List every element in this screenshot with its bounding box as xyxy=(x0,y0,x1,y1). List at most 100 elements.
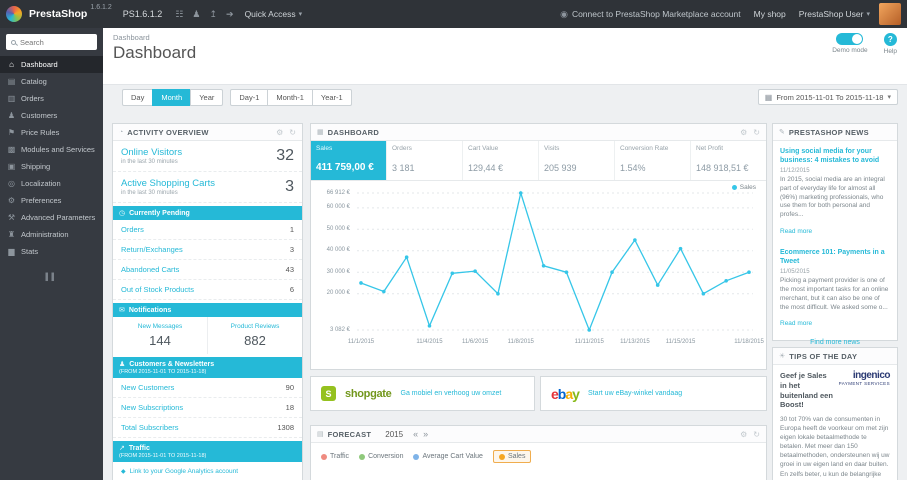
sidebar-menu: ⌂ Dashboard ▤ Catalog ▥ Orders ♟ Custome… xyxy=(0,56,103,260)
metric-tab-conversion-rate[interactable]: Conversion Rate 1.54% xyxy=(615,141,691,180)
refresh-icon[interactable]: ↻ xyxy=(753,128,760,137)
demo-mode-toggle[interactable] xyxy=(836,33,864,45)
filter-month-button[interactable]: Month xyxy=(152,89,192,106)
metric-label: Orders xyxy=(392,145,412,152)
filter-year-1-button[interactable]: Year-1 xyxy=(311,89,352,106)
metric-label: Visits xyxy=(544,145,560,152)
filter-day-button[interactable]: Day xyxy=(122,89,154,106)
help-icon[interactable]: ? xyxy=(883,33,897,46)
my-shop-link[interactable]: My shop xyxy=(754,9,786,19)
marketplace-link[interactable]: ◉ Connect to PrestaShop Marketplace acco… xyxy=(560,9,741,20)
online-visitors-link[interactable]: Online Visitors xyxy=(121,147,276,158)
product-reviews-cell[interactable]: Product Reviews 882 xyxy=(207,317,302,354)
total-subscribers-link[interactable]: Total Subscribers xyxy=(121,423,179,432)
forecast-legend-traffic[interactable]: Traffic xyxy=(321,453,349,460)
sidebar-item-modules[interactable]: ▩ Modules and Services xyxy=(0,141,103,158)
forecast-legend: Traffic Conversion Average Cart Value Sa… xyxy=(311,443,766,470)
forecast-panel: ▤ FORECAST 2015 « » ⚙ ↻ Traffic Conversi… xyxy=(310,425,767,480)
pending-orders-link[interactable]: Orders xyxy=(121,225,144,234)
google-analytics-label: Link to your Google Analytics account xyxy=(129,468,239,475)
forecast-legend-average-cart-value[interactable]: Average Cart Value xyxy=(413,453,483,460)
panel-title: TIPS OF THE DAY xyxy=(789,351,858,361)
new-subscriptions-link[interactable]: New Subscriptions xyxy=(121,403,183,412)
out-of-stock-link[interactable]: Out of Stock Products xyxy=(121,285,194,294)
ingenico-subtitle: PAYMENT SERVICES xyxy=(838,381,890,386)
metric-tab-visits[interactable]: Visits 205 939 xyxy=(539,141,615,180)
sidebar-search[interactable] xyxy=(6,34,97,50)
upload-icon[interactable]: ↥ xyxy=(209,9,217,20)
prestashop-admin: PrestaShop 1.6.1.2 PS1.6.1.2 ☷ ♟ ↥ ➔ Qui… xyxy=(0,0,907,480)
next-year-button[interactable]: » xyxy=(423,429,428,439)
help-label: Help xyxy=(883,48,897,55)
metric-tab-orders[interactable]: Orders 3 181 xyxy=(387,141,463,180)
kpi-tabs: Sales 411 759,00 € Orders 3 181 Cart Val… xyxy=(311,141,766,181)
metric-tab-net-profit[interactable]: Net Profit 148 918,51 € xyxy=(691,141,766,180)
refresh-icon[interactable]: ↻ xyxy=(753,430,760,439)
panel-header: ▤ FORECAST 2015 « » ⚙ ↻ xyxy=(311,426,766,443)
pending-orders-value: 1 xyxy=(289,225,294,234)
metric-tab-sales[interactable]: Sales 411 759,00 € xyxy=(311,141,387,180)
filter-day-1-button[interactable]: Day-1 xyxy=(230,89,269,106)
gear-icon[interactable]: ⚙ xyxy=(276,128,283,137)
returns-link[interactable]: Return/Exchanges xyxy=(121,245,183,254)
shopgate-link[interactable]: Ga mobiel en verhoog uw omzet xyxy=(401,390,502,397)
envelope-icon: ✉ xyxy=(119,307,125,314)
sidebar-item-shipping[interactable]: ▣ Shipping xyxy=(0,158,103,175)
search-input[interactable] xyxy=(20,37,92,47)
quick-access-menu[interactable]: Quick Access ▾ xyxy=(245,9,303,19)
topbar: PrestaShop 1.6.1.2 PS1.6.1.2 ☷ ♟ ↥ ➔ Qui… xyxy=(0,0,907,28)
sidebar-item-catalog[interactable]: ▤ Catalog xyxy=(0,73,103,90)
ebay-link[interactable]: Start uw eBay-winkel vandaag xyxy=(588,390,682,397)
news-article-date: 11/12/2015 xyxy=(780,168,810,175)
dashboard-panel-icon: ▦ xyxy=(317,129,324,136)
new-subscriptions-row: New Subscriptions 18 xyxy=(113,398,302,418)
forecast-legend-sales[interactable]: Sales xyxy=(492,450,532,463)
sidebar-item-dashboard[interactable]: ⌂ Dashboard xyxy=(0,56,103,73)
shopgate-module-ad: S shopgate Ga mobiel en verhoog uw omzet xyxy=(310,376,535,411)
tip-content: Geef je Sales in het buitenland een Boos… xyxy=(773,365,897,480)
filter-year-button[interactable]: Year xyxy=(190,89,224,106)
new-customers-link[interactable]: New Customers xyxy=(121,383,174,392)
metric-value: 129,44 € xyxy=(468,163,504,173)
google-analytics-link[interactable]: ◆ Link to your Google Analytics account xyxy=(113,462,302,480)
sidebar-item-advanced-parameters[interactable]: ⚒ Advanced Parameters xyxy=(0,209,103,226)
sidebar-item-label: Advanced Parameters xyxy=(21,213,96,222)
calendar-icon: ▦ xyxy=(764,92,773,102)
rocket-icon[interactable]: ➔ xyxy=(226,9,234,20)
forecast-year-select[interactable]: 2015 xyxy=(385,430,403,439)
abandoned-carts-link[interactable]: Abandoned Carts xyxy=(121,265,179,274)
forecast-legend-conversion[interactable]: Conversion xyxy=(359,453,403,460)
user-avatar[interactable] xyxy=(879,3,901,25)
panel-title: FORECAST xyxy=(327,429,372,439)
sidebar-item-stats[interactable]: ▆ Stats xyxy=(0,243,103,260)
new-messages-cell[interactable]: New Messages 144 xyxy=(113,317,207,354)
ebay-module-ad: ebay Start uw eBay-winkel vandaag xyxy=(540,376,767,411)
customer-icon[interactable]: ♟ xyxy=(192,9,200,20)
store-icon[interactable]: ☷ xyxy=(175,9,183,20)
metric-tab-cart-value[interactable]: Cart Value 129,44 € xyxy=(463,141,539,180)
sidebar-item-orders[interactable]: ▥ Orders xyxy=(0,90,103,107)
read-more-link[interactable]: Read more xyxy=(780,320,812,327)
shop-name[interactable]: PS1.6.1.2 xyxy=(123,9,163,19)
gear-icon[interactable]: ⚙ xyxy=(740,430,747,439)
user-menu[interactable]: PrestaShop User ▾ xyxy=(799,9,870,19)
chart-plot xyxy=(357,190,753,332)
filter-month-1-button[interactable]: Month-1 xyxy=(267,89,313,106)
read-more-link[interactable]: Read more xyxy=(780,228,812,235)
active-carts-link[interactable]: Active Shopping Carts xyxy=(121,178,285,189)
panel-header: ✎ PRESTASHOP NEWS xyxy=(773,124,897,141)
sidebar-item-price-rules[interactable]: ⚑ Price Rules xyxy=(0,124,103,141)
gear-icon[interactable]: ⚙ xyxy=(740,128,747,137)
sidebar-item-administration[interactable]: ♜ Administration xyxy=(0,226,103,243)
news-article-title[interactable]: Using social media for your business: 4 … xyxy=(780,147,890,165)
sidebar-item-label: Modules and Services xyxy=(21,145,95,154)
sidebar-item-customers[interactable]: ♟ Customers xyxy=(0,107,103,124)
sidebar-item-localization[interactable]: ◎ Localization xyxy=(0,175,103,192)
news-article-title[interactable]: Ecommerce 101: Payments in a Tweet xyxy=(780,248,890,266)
sidebar-collapse-button[interactable]: ▌▌ xyxy=(0,274,103,281)
refresh-icon[interactable]: ↻ xyxy=(289,128,296,137)
date-range-picker[interactable]: ▦ From 2015-11-01 To 2015-11-18 ▾ xyxy=(757,89,898,105)
version-label: 1.6.1.2 xyxy=(90,4,112,11)
previous-year-button[interactable]: « xyxy=(413,429,418,439)
sidebar-item-preferences[interactable]: ⚙ Preferences xyxy=(0,192,103,209)
